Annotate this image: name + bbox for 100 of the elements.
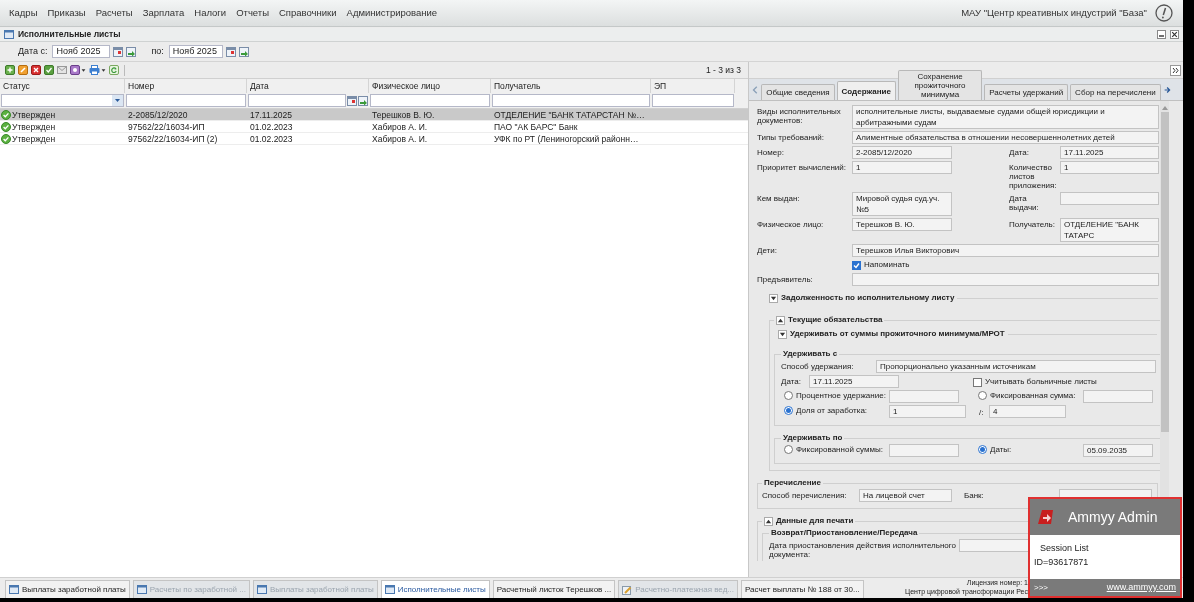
filter-field[interactable] [492, 94, 650, 107]
menu-item[interactable]: Зарплата [137, 5, 190, 21]
tab[interactable]: Расчеты удержаний [984, 84, 1069, 100]
exclamation-icon[interactable] [1155, 4, 1173, 22]
tab[interactable]: Сбор на перечислени [1070, 84, 1161, 100]
tab[interactable]: Общие сведения [761, 84, 835, 100]
check-icon[interactable] [44, 65, 54, 75]
minimize-button[interactable] [1157, 30, 1166, 39]
filter-field[interactable] [1, 94, 124, 107]
text-field[interactable]: На лицевой счет [859, 489, 952, 502]
table-row[interactable]: Утвержден 97562/22/16034-ИП 01.02.2023 Хабиров А. И. ПАО "АК БАРС" Банк [0, 121, 748, 133]
menu-item[interactable]: Администрирование [341, 5, 443, 21]
caret-icon[interactable] [101, 67, 106, 73]
dropdown-icon[interactable] [112, 95, 123, 106]
text-field[interactable]: 1 [1060, 161, 1159, 174]
taskbar-tab[interactable]: Расчетный листок Терешков ... [492, 580, 616, 598]
delete-icon[interactable] [31, 65, 41, 75]
text-field[interactable]: ОТДЕЛЕНИЕ "БАНК ТАТАРС [1060, 218, 1159, 242]
text-field[interactable]: исполнительные листы, выдаваемые судами общей юрисдикции и арбитражными судам [852, 105, 1159, 129]
radio-button[interactable] [978, 391, 987, 400]
taskbar-tab[interactable]: Выплаты заработной платы [5, 580, 130, 598]
filter-field[interactable] [370, 94, 490, 107]
field-label: Виды исполнительных документов: [757, 106, 842, 125]
toggle-button[interactable] [764, 516, 773, 526]
checkbox-label: Напоминать [864, 259, 910, 271]
taskbar-tab[interactable]: Расчет выплаты № 188 от 30... [740, 580, 864, 598]
text-field[interactable] [1060, 192, 1159, 205]
text-field[interactable] [1083, 390, 1153, 403]
field-label: Приоритет вычислений: [757, 162, 847, 172]
text-field[interactable]: 1 [852, 161, 952, 174]
toggle-button[interactable] [769, 293, 778, 303]
text-field[interactable]: 2-2085/12/2020 [852, 146, 952, 159]
field-label: Дата: [1009, 147, 1030, 157]
text-field[interactable]: Терешков Илья Викторович [852, 244, 1159, 257]
field-label: Дата выдачи: [1009, 193, 1040, 212]
calendar-icon[interactable] [225, 46, 236, 57]
toggle-button[interactable] [776, 315, 785, 325]
text-field[interactable]: Мировой судья суд.уч. №5 [852, 192, 952, 216]
table-cell-text: 01.02.2023 [249, 121, 294, 132]
expand-button[interactable] [1170, 64, 1181, 76]
add-icon[interactable] [5, 65, 15, 75]
field-label: Дети: [757, 245, 778, 255]
field-label: Дата приостановления действия исполнительного документа: [769, 540, 957, 559]
filter-field[interactable] [126, 94, 246, 107]
text-field[interactable]: 05.09.2035 [1083, 444, 1153, 457]
menu-item[interactable]: Кадры [4, 5, 43, 21]
calendar-icon[interactable] [113, 46, 124, 57]
menu-item[interactable]: Отчеты [231, 5, 274, 21]
link[interactable]: www.ammyy.com [1106, 580, 1176, 595]
text-field[interactable] [889, 390, 959, 403]
edit-icon[interactable] [18, 65, 28, 75]
radio-label: Даты: [990, 445, 1012, 455]
window-icon [9, 585, 19, 594]
text-field[interactable]: 17.11.2025 [809, 375, 899, 388]
tab[interactable]: Содержание [836, 81, 896, 100]
menu-item[interactable]: Налоги [189, 5, 232, 21]
table-cell-text: 01.02.2023 [249, 133, 294, 144]
radio-button[interactable] [978, 445, 987, 454]
filter-field[interactable] [248, 94, 346, 107]
toggle-button[interactable] [778, 329, 787, 339]
checkbox-label: Учитывать больничные листы [985, 376, 1097, 388]
filter-field[interactable] [652, 94, 734, 107]
text-field[interactable] [889, 444, 959, 457]
calendar-icon[interactable] [347, 95, 357, 106]
menu-item[interactable]: Справочники [274, 5, 342, 21]
text-field[interactable]: Алиментные обязательства в отношении несовершеннолетних детей [852, 131, 1159, 144]
date-field[interactable]: Нояб 2025 [168, 45, 223, 58]
checkbox[interactable] [852, 260, 861, 270]
text-field[interactable]: Терешков В. Ю. [852, 218, 952, 231]
text-field[interactable]: 1 [889, 405, 966, 418]
tab[interactable]: Сохранение прожиточного минимума [897, 70, 983, 100]
menu-item[interactable]: Приказы [42, 5, 91, 21]
table-cell-text: Хабиров А. И. [371, 121, 429, 132]
radio-button[interactable] [784, 406, 793, 415]
table-row[interactable]: Утвержден 97562/22/16034-ИП (2) 01.02.2023 Хабиров А. И. УФК по РТ (Лениногорский районн… [0, 133, 748, 145]
menu-item[interactable]: Расчеты [90, 5, 138, 21]
refresh-icon[interactable] [109, 65, 119, 75]
text-field[interactable]: 4 [989, 405, 1066, 418]
group-title: Возврат/Приостановление/Передача [770, 527, 919, 539]
radio-button[interactable] [784, 445, 793, 454]
text-field[interactable]: 17.11.2025 [1060, 146, 1159, 159]
field-label: Предъявитель: [757, 274, 814, 284]
checkbox[interactable] [973, 377, 982, 387]
field-label: Получатель: [1009, 219, 1056, 229]
table-cell-text: ОТДЕЛЕНИЕ "БАНК ТАТАРСТАН №… [493, 109, 646, 120]
section-title: Текущие обязательства [788, 314, 883, 326]
table-cell-text: УФК по РТ (Лениногорский районн… [493, 133, 640, 144]
radio-button[interactable] [784, 391, 793, 400]
section-title: Задолженность по исполнительному листу [781, 292, 955, 304]
close-button[interactable] [1170, 30, 1179, 39]
field-label: по: [151, 44, 164, 58]
text-field[interactable] [852, 273, 1159, 286]
table-row[interactable]: Утвержден 2-2085/12/2020 17.11.2025 Терешков В. Ю. ОТДЕЛЕНИЕ "БАНК ТАТАРСТАН №… [0, 109, 748, 121]
more-button[interactable]: >>> [1034, 581, 1048, 594]
print-icon[interactable] [89, 65, 100, 75]
date-field[interactable]: Нояб 2025 [52, 45, 111, 58]
taskbar-tab[interactable]: Исполнительные листы [380, 580, 490, 598]
separator-text: /: [979, 407, 985, 419]
text-field[interactable]: Пропорционально указанным источникам [876, 360, 1156, 373]
table-cell-text: Терешков В. Ю. [371, 109, 436, 120]
